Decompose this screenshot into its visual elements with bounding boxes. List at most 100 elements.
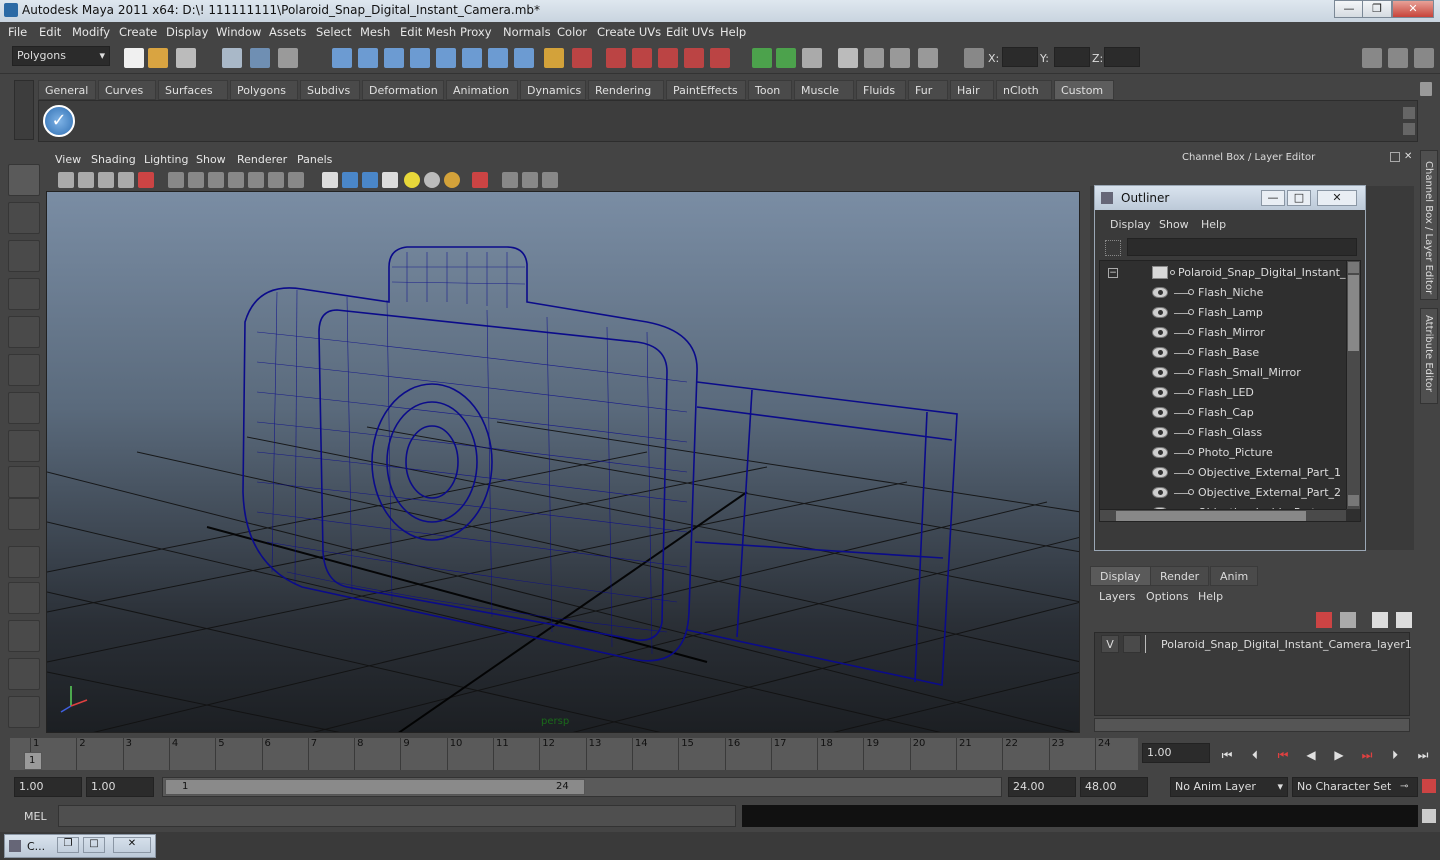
animation-end-field[interactable]: 48.00 — [1080, 777, 1148, 797]
range-slider[interactable]: 1 24 — [162, 777, 1002, 797]
camera-select-icon[interactable] — [58, 172, 74, 188]
perspective-viewport[interactable]: persp — [46, 191, 1080, 733]
maximize-icon[interactable]: □ — [83, 837, 105, 853]
attribute-editor-toggle-icon[interactable] — [1414, 48, 1434, 68]
wireframe-icon[interactable] — [322, 172, 338, 188]
playback-end-field[interactable]: 24.00 — [1008, 777, 1076, 797]
list-item[interactable]: Photo_Picture — [1100, 443, 1346, 463]
playback-start-field[interactable]: 1.00 — [86, 777, 154, 797]
snap-surface-icon[interactable] — [436, 48, 456, 68]
menu-create[interactable]: Create — [119, 25, 157, 39]
float-panel-icon[interactable] — [1390, 152, 1400, 162]
paint-select-tool-icon[interactable] — [8, 240, 40, 272]
tab-curves[interactable]: Curves — [98, 80, 156, 100]
menu-help[interactable]: Help — [720, 25, 746, 39]
new-scene-icon[interactable] — [124, 48, 144, 68]
render-settings-icon[interactable] — [658, 48, 678, 68]
mode-selector[interactable]: Polygons ▾ — [12, 46, 110, 66]
xray-icon[interactable] — [502, 172, 518, 188]
select-object-icon[interactable] — [250, 48, 270, 68]
menu-edit[interactable]: Edit — [39, 25, 61, 39]
tab-surfaces[interactable]: Surfaces — [158, 80, 228, 100]
four-view-layout-icon[interactable] — [8, 582, 40, 614]
safe-action-icon[interactable] — [268, 172, 284, 188]
show-manipulator-icon[interactable] — [8, 466, 40, 498]
side-tab-attribute-editor[interactable]: Attribute Editor — [1420, 308, 1438, 404]
tab-deformation[interactable]: Deformation — [362, 80, 444, 100]
menu-proxy[interactable]: Proxy — [460, 25, 492, 39]
camera-icon[interactable] — [838, 48, 858, 68]
grid-icon[interactable] — [168, 172, 184, 188]
tab-hair[interactable]: Hair — [950, 80, 994, 100]
select-component-icon[interactable] — [278, 48, 298, 68]
menu-modify[interactable]: Modify — [72, 25, 110, 39]
isolate-select-icon[interactable] — [472, 172, 488, 188]
snap-grid-icon[interactable] — [332, 48, 352, 68]
scroll-up-icon[interactable] — [1348, 262, 1359, 273]
snap-curve-icon[interactable] — [358, 48, 378, 68]
layer-row[interactable]: V Polaroid_Snap_Digital_Instant_Camera_l… — [1095, 635, 1412, 655]
range-slider-handle[interactable]: 1 24 — [165, 779, 585, 795]
script-editor-icon[interactable] — [1422, 809, 1436, 823]
outliner-layout-icon[interactable] — [8, 620, 40, 652]
viewport-menu-panels[interactable]: Panels — [297, 153, 332, 166]
menu-edit-uvs[interactable]: Edit UVs — [666, 25, 714, 39]
save-scene-icon[interactable] — [176, 48, 196, 68]
render-region-icon[interactable] — [890, 48, 910, 68]
list-item[interactable]: Objective_External_Part_2 — [1100, 483, 1346, 503]
menu-normals[interactable]: Normals — [503, 25, 551, 39]
menu-window[interactable]: Window — [216, 25, 261, 39]
tab-display[interactable]: Display — [1090, 566, 1151, 586]
list-item[interactable]: Objective_External_Part_1 — [1100, 463, 1346, 483]
resolution-gate-icon[interactable] — [208, 172, 224, 188]
safe-title-icon[interactable] — [288, 172, 304, 188]
tool-settings-toggle-icon[interactable] — [1388, 48, 1408, 68]
x-field[interactable] — [1002, 47, 1038, 67]
tab-polygons[interactable]: Polygons — [230, 80, 298, 100]
lock-icon[interactable] — [544, 48, 564, 68]
xray-joints-icon[interactable] — [522, 172, 538, 188]
list-item[interactable]: Flash_Cap — [1100, 403, 1346, 423]
menu-edit-mesh[interactable]: Edit Mesh — [400, 25, 456, 39]
scrollbar-thumb[interactable] — [1348, 275, 1359, 351]
outliner-menu-help[interactable]: Help — [1201, 218, 1226, 231]
outliner-filter-icon[interactable] — [1105, 240, 1121, 256]
menu-display[interactable]: Display — [166, 25, 208, 39]
animation-start-field[interactable]: 1.00 — [14, 777, 82, 797]
menu-select[interactable]: Select — [316, 25, 351, 39]
outliner-close-button[interactable]: ✕ — [1317, 190, 1357, 206]
list-item[interactable]: Flash_Glass — [1100, 423, 1346, 443]
universal-manipulator-icon[interactable] — [8, 392, 40, 424]
render-view-icon[interactable] — [710, 48, 730, 68]
bookmark-icon[interactable] — [98, 172, 114, 188]
viewport-menu-renderer[interactable]: Renderer — [237, 153, 287, 166]
viewport-menu-shading[interactable]: Shading — [91, 153, 136, 166]
close-icon[interactable]: ✕ — [113, 837, 151, 853]
tab-animation[interactable]: Animation — [446, 80, 518, 100]
single-view-layout-icon[interactable] — [8, 546, 40, 578]
viewport-menu-lighting[interactable]: Lighting — [144, 153, 188, 166]
gate-mask-icon[interactable] — [228, 172, 244, 188]
step-back-frame-icon[interactable]: ⏴ — [1246, 746, 1264, 764]
hypershade-icon[interactable] — [684, 48, 704, 68]
hscroll-thumb[interactable] — [1116, 511, 1306, 521]
lasso-tool-icon[interactable] — [8, 202, 40, 234]
trash-icon[interactable] — [1420, 82, 1432, 96]
layer-name[interactable]: Polaroid_Snap_Digital_Instant_Camera_lay… — [1161, 638, 1412, 651]
outliner-root-row[interactable]: − Polaroid_Snap_Digital_Instant_Car — [1100, 263, 1360, 283]
layer-playback-toggle[interactable] — [1123, 635, 1141, 653]
close-button[interactable]: ✕ — [1392, 0, 1434, 18]
minimize-button[interactable]: — — [1334, 0, 1364, 18]
tab-toon[interactable]: Toon — [748, 80, 792, 100]
layer-visibility-toggle[interactable]: V — [1101, 635, 1119, 653]
batch-icon[interactable] — [918, 48, 938, 68]
outliner-maximize-button[interactable]: □ — [1287, 190, 1311, 206]
side-tab-channel-box[interactable]: Channel Box / Layer Editor — [1420, 150, 1438, 300]
smooth-shade-icon[interactable] — [342, 172, 358, 188]
channel-box-toggle-icon[interactable] — [1362, 48, 1382, 68]
open-scene-icon[interactable] — [148, 48, 168, 68]
render-frame-icon[interactable] — [606, 48, 626, 68]
maximize-button[interactable]: ❐ — [1362, 0, 1392, 18]
layer-menu-help[interactable]: Help — [1198, 590, 1223, 603]
shelf-scroll-up-icon[interactable] — [1403, 107, 1415, 119]
